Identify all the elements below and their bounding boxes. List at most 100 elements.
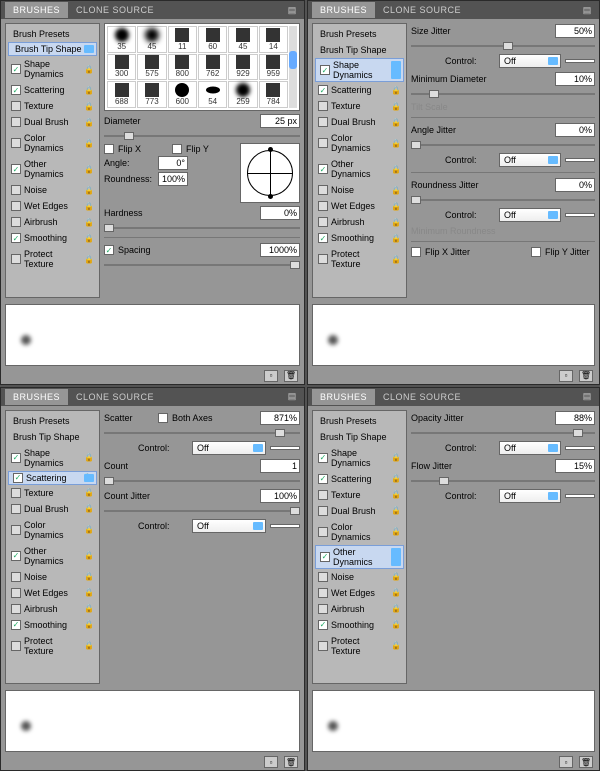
item-brush-tip-shape[interactable]: Brush Tip Shape bbox=[8, 429, 97, 445]
count-jitter-input[interactable]: 100% bbox=[260, 489, 300, 503]
trash-icon[interactable]: 🗑 bbox=[579, 756, 593, 768]
item-color-dynamics[interactable]: Color Dynamics🔒 bbox=[8, 517, 97, 543]
item-noise[interactable]: Noise🔒 bbox=[8, 569, 97, 585]
scatter-slider[interactable] bbox=[104, 429, 300, 437]
item-shape-dynamics[interactable]: ✓Shape Dynamics🔒 bbox=[8, 56, 97, 82]
spacing-slider[interactable] bbox=[104, 261, 300, 269]
item-wet-edges[interactable]: Wet Edges🔒 bbox=[8, 585, 97, 601]
tab-clone-source[interactable]: CLONE SOURCE bbox=[68, 389, 162, 405]
item-wet-edges[interactable]: Wet Edges🔒 bbox=[315, 198, 404, 214]
tab-clone-source[interactable]: CLONE SOURCE bbox=[68, 2, 162, 18]
item-color-dynamics[interactable]: Color Dynamics🔒 bbox=[315, 130, 404, 156]
item-brush-presets[interactable]: Brush Presets bbox=[8, 26, 97, 42]
new-brush-icon[interactable]: ▫ bbox=[264, 370, 278, 382]
item-scattering[interactable]: ✓Scattering🔒 bbox=[315, 82, 404, 98]
item-noise[interactable]: Noise🔒 bbox=[315, 569, 404, 585]
item-noise[interactable]: Noise🔒 bbox=[315, 182, 404, 198]
item-shape-dynamics[interactable]: ✓Shape Dynamics🔒 bbox=[8, 445, 97, 471]
item-dual-brush[interactable]: Dual Brush🔒 bbox=[8, 114, 97, 130]
trash-icon[interactable]: 🗑 bbox=[284, 756, 298, 768]
item-shape-dynamics[interactable]: ✓Shape Dynamics🔒 bbox=[315, 58, 404, 82]
item-other-dynamics[interactable]: ✓Other Dynamics🔒 bbox=[315, 545, 404, 569]
angle-roundness-control[interactable] bbox=[240, 143, 300, 203]
item-smoothing[interactable]: ✓Smoothing🔒 bbox=[315, 617, 404, 633]
roundness-jitter-slider[interactable] bbox=[411, 196, 595, 204]
diameter-input[interactable]: 25 px bbox=[260, 114, 300, 128]
item-other-dynamics[interactable]: ✓Other Dynamics🔒 bbox=[8, 156, 97, 182]
angle-control-select[interactable]: Off bbox=[499, 153, 561, 167]
opacity-jitter-input[interactable]: 88% bbox=[555, 411, 595, 425]
size-control-select[interactable]: Off bbox=[499, 54, 561, 68]
item-smoothing[interactable]: ✓Smoothing🔒 bbox=[8, 230, 97, 246]
panel-menu-icon[interactable]: ▤ bbox=[284, 5, 300, 16]
new-brush-icon[interactable]: ▫ bbox=[264, 756, 278, 768]
opacity-control-select[interactable]: Off bbox=[499, 441, 561, 455]
brush-thumbnail-grid[interactable]: 35 45 11 60 45 14 300 575 800 762 929 95… bbox=[104, 23, 300, 111]
item-protect-texture[interactable]: Protect Texture🔒 bbox=[315, 246, 404, 272]
roundness-control-select[interactable]: Off bbox=[499, 208, 561, 222]
flow-jitter-slider[interactable] bbox=[411, 477, 595, 485]
scatter-control-select[interactable]: Off bbox=[192, 441, 266, 455]
item-dual-brush[interactable]: Dual Brush🔒 bbox=[8, 501, 97, 517]
size-jitter-slider[interactable] bbox=[411, 42, 595, 50]
item-texture[interactable]: Texture🔒 bbox=[315, 98, 404, 114]
flip-y-checkbox[interactable] bbox=[172, 144, 182, 154]
item-airbrush[interactable]: Airbrush🔒 bbox=[8, 601, 97, 617]
min-diameter-input[interactable]: 10% bbox=[555, 72, 595, 86]
flip-x-checkbox[interactable] bbox=[104, 144, 114, 154]
angle-input[interactable]: 0° bbox=[158, 156, 188, 170]
item-texture[interactable]: Texture🔒 bbox=[8, 485, 97, 501]
item-brush-presets[interactable]: Brush Presets bbox=[315, 413, 404, 429]
scatter-input[interactable]: 871% bbox=[260, 411, 300, 425]
hardness-input[interactable]: 0% bbox=[260, 206, 300, 220]
item-airbrush[interactable]: Airbrush🔒 bbox=[8, 214, 97, 230]
item-color-dynamics[interactable]: Color Dynamics🔒 bbox=[315, 519, 404, 545]
item-scattering[interactable]: ✓Scattering🔒 bbox=[315, 471, 404, 487]
item-noise[interactable]: Noise🔒 bbox=[8, 182, 97, 198]
tab-clone-source[interactable]: CLONE SOURCE bbox=[375, 2, 469, 18]
item-texture[interactable]: Texture🔒 bbox=[315, 487, 404, 503]
item-dual-brush[interactable]: Dual Brush🔒 bbox=[315, 503, 404, 519]
panel-menu-icon[interactable]: ▤ bbox=[579, 391, 595, 402]
tab-clone-source[interactable]: CLONE SOURCE bbox=[375, 389, 469, 405]
item-airbrush[interactable]: Airbrush🔒 bbox=[315, 214, 404, 230]
trash-icon[interactable]: 🗑 bbox=[579, 370, 593, 382]
count-input[interactable]: 1 bbox=[260, 459, 300, 473]
new-brush-icon[interactable]: ▫ bbox=[559, 370, 573, 382]
size-jitter-input[interactable]: 50% bbox=[555, 24, 595, 38]
flow-jitter-input[interactable]: 15% bbox=[555, 459, 595, 473]
panel-menu-icon[interactable]: ▤ bbox=[284, 391, 300, 402]
both-axes-checkbox[interactable] bbox=[158, 413, 168, 423]
item-brush-tip-shape[interactable]: Brush Tip Shape bbox=[315, 429, 404, 445]
item-brush-tip-shape[interactable]: Brush Tip Shape bbox=[315, 42, 404, 58]
item-other-dynamics[interactable]: ✓Other Dynamics🔒 bbox=[315, 156, 404, 182]
item-color-dynamics[interactable]: Color Dynamics🔒 bbox=[8, 130, 97, 156]
scrollbar[interactable] bbox=[289, 26, 297, 108]
hardness-slider[interactable] bbox=[104, 224, 300, 232]
item-shape-dynamics[interactable]: ✓Shape Dynamics🔒 bbox=[315, 445, 404, 471]
count-control-select[interactable]: Off bbox=[192, 519, 266, 533]
tab-brushes[interactable]: BRUSHES bbox=[312, 389, 375, 405]
roundness-jitter-input[interactable]: 0% bbox=[555, 178, 595, 192]
flip-y-jitter-checkbox[interactable] bbox=[531, 247, 541, 257]
trash-icon[interactable]: 🗑 bbox=[284, 370, 298, 382]
item-texture[interactable]: Texture🔒 bbox=[8, 98, 97, 114]
panel-menu-icon[interactable]: ▤ bbox=[579, 5, 595, 16]
min-diameter-slider[interactable] bbox=[411, 90, 595, 98]
angle-jitter-input[interactable]: 0% bbox=[555, 123, 595, 137]
angle-jitter-slider[interactable] bbox=[411, 141, 595, 149]
count-jitter-slider[interactable] bbox=[104, 507, 300, 515]
tab-brushes[interactable]: BRUSHES bbox=[5, 2, 68, 18]
flip-x-jitter-checkbox[interactable] bbox=[411, 247, 421, 257]
item-airbrush[interactable]: Airbrush🔒 bbox=[315, 601, 404, 617]
item-smoothing[interactable]: ✓Smoothing🔒 bbox=[315, 230, 404, 246]
count-slider[interactable] bbox=[104, 477, 300, 485]
item-smoothing[interactable]: ✓Smoothing🔒 bbox=[8, 617, 97, 633]
item-scattering[interactable]: ✓Scattering🔒 bbox=[8, 82, 97, 98]
flow-control-select[interactable]: Off bbox=[499, 489, 561, 503]
item-other-dynamics[interactable]: ✓Other Dynamics🔒 bbox=[8, 543, 97, 569]
tab-brushes[interactable]: BRUSHES bbox=[5, 389, 68, 405]
item-wet-edges[interactable]: Wet Edges🔒 bbox=[8, 198, 97, 214]
item-protect-texture[interactable]: Protect Texture🔒 bbox=[8, 633, 97, 659]
item-protect-texture[interactable]: Protect Texture🔒 bbox=[8, 246, 97, 272]
